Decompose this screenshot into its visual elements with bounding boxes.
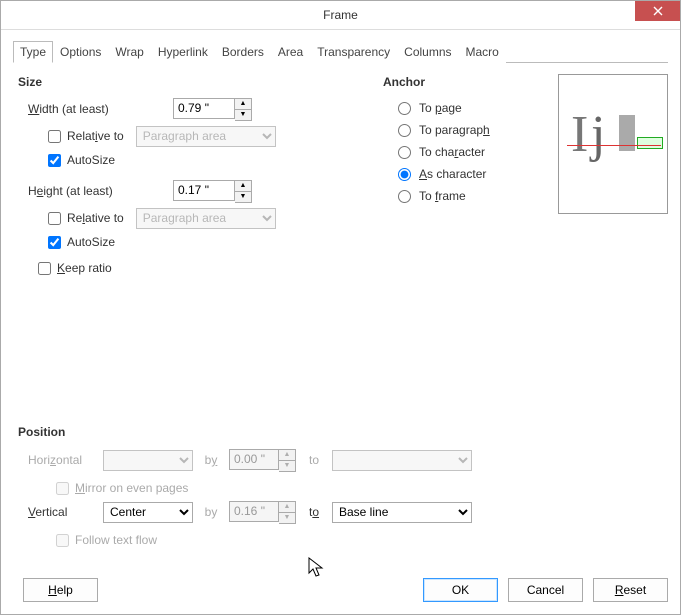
- horizontal-by-label: by: [199, 453, 223, 467]
- cancel-button[interactable]: Cancel: [508, 578, 583, 602]
- preview-baseline: [567, 145, 661, 146]
- tab-transparency[interactable]: Transparency: [310, 41, 397, 63]
- height-label: Height (at least): [28, 184, 173, 198]
- preview-pane: I j: [558, 74, 668, 214]
- anchor-to-character-label: To character: [419, 145, 485, 159]
- height-spinner[interactable]: ▲ ▼: [173, 180, 252, 203]
- tab-bar: Type Options Wrap Hyperlink Borders Area…: [13, 40, 668, 63]
- follow-text-flow-label: Follow text flow: [75, 533, 157, 547]
- height-autosize-label: AutoSize: [67, 235, 115, 249]
- anchor-as-character-radio[interactable]: [398, 168, 411, 181]
- tab-borders[interactable]: Borders: [215, 41, 271, 63]
- size-heading: Size: [18, 75, 363, 89]
- anchor-to-character-radio[interactable]: [398, 146, 411, 159]
- horizontal-select[interactable]: [103, 450, 193, 471]
- width-autosize-label: AutoSize: [67, 153, 115, 167]
- width-relative-label: Relative to: [67, 129, 124, 143]
- vertical-by-spinner[interactable]: ▲▼: [229, 501, 296, 524]
- vertical-to-select[interactable]: Base line: [332, 502, 472, 523]
- horizontal-by-spinner[interactable]: ▲▼: [229, 449, 296, 472]
- anchor-to-page-radio[interactable]: [398, 102, 411, 115]
- position-section: Position Horizontal by ▲▼ to Mirror on e…: [18, 419, 563, 551]
- vertical-by-label: by: [199, 505, 223, 519]
- tab-wrap[interactable]: Wrap: [108, 41, 150, 63]
- vertical-select[interactable]: Center: [103, 502, 193, 523]
- width-autosize-checkbox[interactable]: [48, 154, 61, 167]
- width-spin-up[interactable]: ▲: [235, 99, 251, 110]
- width-spin-down[interactable]: ▼: [235, 109, 251, 120]
- width-input[interactable]: [173, 98, 235, 119]
- height-relative-select[interactable]: Paragraph area: [136, 208, 276, 229]
- size-section: Size Width (at least) ▲ ▼ Relative to: [18, 69, 363, 281]
- vertical-label: Vertical: [28, 505, 103, 519]
- keep-ratio-label: Keep ratio: [57, 261, 112, 275]
- vertical-by-input[interactable]: [229, 501, 279, 522]
- window-title: Frame: [323, 8, 358, 22]
- titlebar[interactable]: Frame: [1, 1, 680, 30]
- help-button-label: elp: [57, 583, 73, 597]
- vertical-to-label: to: [302, 505, 326, 519]
- preview-rect-green: [637, 137, 663, 149]
- mirror-label: Mirror on even pages: [75, 481, 188, 495]
- ok-button[interactable]: OK: [423, 578, 498, 602]
- mirror-checkbox[interactable]: [56, 482, 69, 495]
- height-label-text: ight (at least): [43, 184, 112, 198]
- position-heading: Position: [18, 425, 563, 439]
- anchor-to-frame-radio[interactable]: [398, 190, 411, 203]
- keep-ratio-checkbox[interactable]: [38, 262, 51, 275]
- anchor-heading: Anchor: [383, 75, 513, 89]
- anchor-to-frame-label: To frame: [419, 189, 466, 203]
- vby-down[interactable]: ▼: [279, 512, 295, 523]
- horizontal-to-label: to: [302, 453, 326, 467]
- horizontal-to-select[interactable]: [332, 450, 472, 471]
- height-input[interactable]: [173, 180, 235, 201]
- help-button[interactable]: Help: [23, 578, 98, 602]
- vby-up[interactable]: ▲: [279, 502, 295, 513]
- close-icon: [653, 6, 663, 16]
- anchor-to-paragraph-label: To paragraph: [419, 123, 490, 137]
- width-label: Width (at least): [28, 102, 173, 116]
- frame-dialog: Frame Type Options Wrap Hyperlink Border…: [0, 0, 681, 615]
- tab-options[interactable]: Options: [53, 41, 108, 63]
- horizontal-by-input[interactable]: [229, 449, 279, 470]
- width-spinner[interactable]: ▲ ▼: [173, 98, 252, 121]
- tab-type[interactable]: Type: [13, 41, 53, 63]
- height-relative-checkbox[interactable]: [48, 212, 61, 225]
- height-autosize-checkbox[interactable]: [48, 236, 61, 249]
- dialog-content: Type Options Wrap Hyperlink Borders Area…: [1, 30, 680, 568]
- height-relative-label: Relative to: [67, 211, 124, 225]
- height-spin-down[interactable]: ▼: [235, 191, 251, 202]
- reset-button[interactable]: Reset: [593, 578, 668, 602]
- close-button[interactable]: [635, 1, 680, 21]
- height-spin-up[interactable]: ▲: [235, 181, 251, 192]
- tab-panel: Size Width (at least) ▲ ▼ Relative to: [13, 69, 668, 560]
- width-relative-select[interactable]: Paragraph area: [136, 126, 276, 147]
- horizontal-label: Horizontal: [28, 453, 103, 467]
- width-label-text: idth (at least): [39, 102, 108, 116]
- preview-glyph-i-upper: I: [571, 105, 588, 164]
- reset-button-label: eset: [623, 583, 646, 597]
- follow-text-flow-checkbox[interactable]: [56, 534, 69, 547]
- tab-area[interactable]: Area: [271, 41, 310, 63]
- hby-up[interactable]: ▲: [279, 450, 295, 461]
- hby-down[interactable]: ▼: [279, 460, 295, 471]
- anchor-to-paragraph-radio[interactable]: [398, 124, 411, 137]
- width-relative-checkbox[interactable]: [48, 130, 61, 143]
- anchor-as-character-label: As character: [419, 167, 486, 181]
- preview-glyph-j: j: [591, 105, 605, 164]
- dialog-footer: Help OK Cancel Reset: [1, 568, 680, 614]
- tab-macro[interactable]: Macro: [459, 41, 506, 63]
- anchor-to-page-label: To page: [419, 101, 462, 115]
- tab-columns[interactable]: Columns: [397, 41, 458, 63]
- anchor-section: Anchor To page To paragraph To character…: [383, 69, 513, 207]
- tab-hyperlink[interactable]: Hyperlink: [151, 41, 215, 63]
